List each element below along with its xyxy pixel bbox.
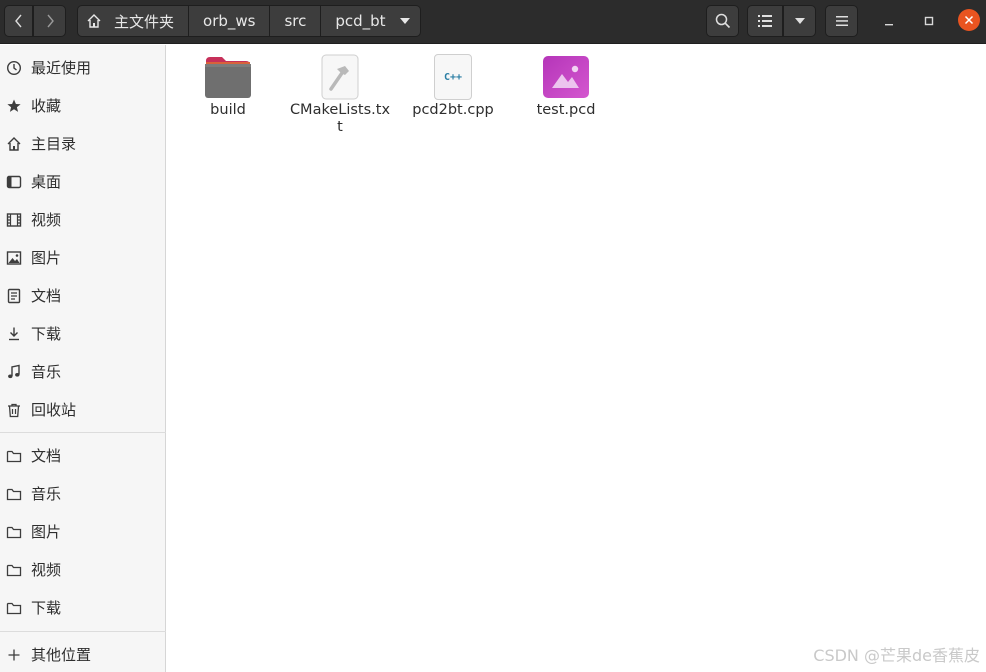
breadcrumb-label: src [284, 12, 307, 30]
folder-icon [6, 524, 22, 540]
caret-down-icon [399, 18, 410, 24]
file-item-pcd2bt-cpp[interactable]: C++ pcd2bt.cpp [397, 53, 509, 119]
sidebar-item-pictures[interactable]: 图片 [0, 242, 166, 274]
folder-icon [6, 486, 22, 502]
home-icon [86, 13, 102, 29]
cpp-badge: C++ [443, 71, 463, 83]
plus-icon [6, 647, 22, 663]
image-icon [6, 250, 22, 266]
sidebar-item-label: 其他位置 [31, 646, 92, 664]
sidebar-item-label: 文档 [31, 287, 62, 305]
sidebar-item-recent[interactable]: 最近使用 [0, 52, 166, 84]
sidebar-item-label: 最近使用 [31, 59, 92, 77]
sidebar-item-videos[interactable]: 视频 [0, 204, 166, 236]
header-bar: 主文件夹 orb_ws src pcd_bt [0, 0, 986, 44]
sidebar-item-label: 回收站 [31, 401, 77, 419]
file-name: CMakeLists.txt [289, 102, 391, 135]
trash-icon [6, 402, 22, 418]
folder-icon [203, 53, 253, 101]
file-name: pcd2bt.cpp [412, 102, 494, 118]
back-button[interactable] [4, 5, 33, 37]
sidebar: 最近使用 收藏 主目录 桌面 视频 图片 文档 下载 音乐 回收站 文档 音乐 … [0, 45, 166, 672]
folder-icon [6, 448, 22, 464]
sidebar-item-label: 音乐 [31, 485, 62, 503]
sidebar-bookmark-music[interactable]: 音乐 [0, 478, 166, 510]
view-options-button[interactable] [783, 5, 816, 37]
sidebar-bookmark-pictures[interactable]: 图片 [0, 516, 166, 548]
caret-down-icon [794, 18, 805, 24]
sidebar-item-desktop[interactable]: 桌面 [0, 166, 166, 198]
sidebar-item-label: 音乐 [31, 363, 62, 381]
close-button[interactable] [958, 9, 980, 31]
sidebar-item-label: 视频 [31, 211, 62, 229]
breadcrumb-label: orb_ws [203, 12, 256, 30]
search-icon [715, 13, 730, 29]
sidebar-bookmark-downloads[interactable]: 下载 [0, 592, 166, 624]
breadcrumb-src[interactable]: src [270, 5, 322, 37]
hamburger-icon [835, 16, 848, 26]
breadcrumb-home[interactable]: 主文件夹 [77, 5, 190, 37]
sidebar-item-label: 文档 [31, 447, 62, 465]
list-view-button[interactable] [747, 5, 783, 37]
music-icon [6, 364, 22, 380]
folder-icon [6, 562, 22, 578]
star-icon [6, 98, 22, 114]
sidebar-item-label: 桌面 [31, 173, 62, 191]
breadcrumb: 主文件夹 orb_ws src pcd_bt [77, 5, 421, 37]
sidebar-item-trash[interactable]: 回收站 [0, 394, 166, 426]
sidebar-item-label: 下载 [31, 599, 62, 617]
sidebar-item-downloads[interactable]: 下载 [0, 318, 166, 350]
search-button[interactable] [706, 5, 739, 37]
file-item-build[interactable]: build [172, 53, 284, 119]
breadcrumb-orb-ws[interactable]: orb_ws [189, 5, 271, 37]
sidebar-item-home[interactable]: 主目录 [0, 128, 166, 160]
clock-icon [6, 60, 22, 76]
maximize-icon [924, 16, 934, 26]
breadcrumb-current[interactable]: pcd_bt [321, 5, 421, 37]
maximize-button[interactable] [916, 8, 942, 34]
breadcrumb-label: pcd_bt [335, 12, 386, 30]
file-view: build CMakeLists.txt C++ pcd2bt.cpp test… [167, 45, 986, 672]
sidebar-item-label: 下载 [31, 325, 62, 343]
watermark: CSDN @芒果de香蕉皮 [813, 646, 980, 665]
chevron-left-icon [14, 14, 22, 28]
file-item-test-pcd[interactable]: test.pcd [510, 53, 622, 119]
sidebar-item-documents[interactable]: 文档 [0, 280, 166, 312]
breadcrumb-label: 主文件夹 [114, 12, 175, 31]
sidebar-item-label: 图片 [31, 523, 62, 541]
sidebar-item-starred[interactable]: 收藏 [0, 90, 166, 122]
minimize-icon [885, 24, 893, 26]
home-icon [6, 136, 22, 152]
sidebar-item-label: 图片 [31, 249, 62, 267]
sidebar-item-label: 主目录 [31, 135, 77, 153]
sidebar-bookmark-videos[interactable]: 视频 [0, 554, 166, 586]
sidebar-divider [0, 631, 166, 632]
download-icon [6, 326, 22, 342]
cpp-file-body: C++ [434, 54, 472, 100]
file-item-cmakelists[interactable]: CMakeLists.txt [284, 53, 396, 136]
folder-icon [6, 600, 22, 616]
forward-button[interactable] [33, 5, 66, 37]
cmake-file-icon [315, 53, 365, 101]
file-name: test.pcd [536, 102, 596, 118]
sidebar-divider [0, 432, 166, 433]
sidebar-item-music[interactable]: 音乐 [0, 356, 166, 388]
close-icon [964, 15, 974, 25]
minimize-button[interactable] [876, 8, 902, 34]
file-name: build [210, 102, 246, 118]
main-menu-button[interactable] [825, 5, 858, 37]
list-view-icon [758, 15, 772, 27]
film-icon [6, 212, 22, 228]
sidebar-item-label: 收藏 [31, 97, 62, 115]
sidebar-bookmark-documents[interactable]: 文档 [0, 440, 166, 472]
sidebar-other-locations[interactable]: 其他位置 [0, 639, 166, 671]
image-file-icon [541, 53, 591, 101]
desktop-icon [6, 174, 22, 190]
document-icon [6, 288, 22, 304]
sidebar-item-label: 视频 [31, 561, 62, 579]
cpp-file-icon: C++ [428, 53, 478, 101]
chevron-right-icon [46, 14, 54, 28]
